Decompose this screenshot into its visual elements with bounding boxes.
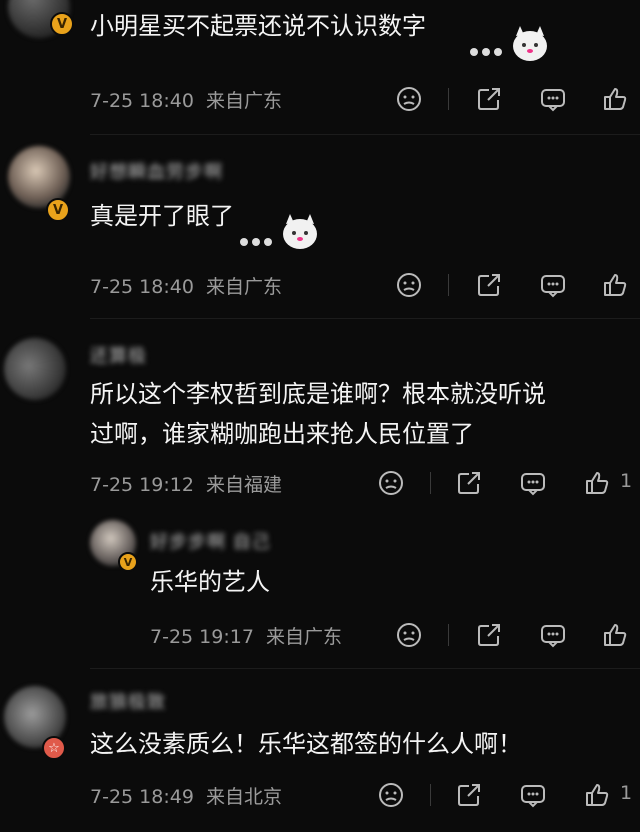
divider	[448, 88, 449, 110]
emoji-react-icon[interactable]	[376, 780, 406, 810]
divider	[430, 472, 431, 494]
comment-text: 乐华的艺人	[150, 568, 270, 596]
cat-sticker-icon	[236, 214, 320, 254]
comment-text: 过啊，谁家糊咖跑出来抢人民位置了	[90, 420, 474, 448]
emoji-react-icon[interactable]	[394, 270, 424, 300]
username: 旅狼极致	[90, 692, 166, 713]
share-icon[interactable]	[474, 84, 504, 114]
username: 好步步啊 自己	[150, 532, 271, 553]
comment-time: 7-25 19:12	[90, 474, 194, 496]
share-icon[interactable]	[474, 620, 504, 650]
divider	[430, 784, 431, 806]
verified-badge: V	[46, 198, 70, 222]
comment-actions	[394, 270, 640, 300]
like-icon[interactable]	[582, 780, 612, 810]
reply-icon[interactable]	[538, 620, 568, 650]
comment-time: 7-25 18:40	[90, 276, 194, 298]
reply-icon[interactable]	[518, 780, 548, 810]
divider	[90, 134, 640, 135]
divider	[90, 668, 640, 669]
comment-location: 来自北京	[205, 786, 282, 808]
comment-text: 所以这个李权哲到底是谁啊？根本就没听说	[90, 380, 546, 408]
share-icon[interactable]	[454, 780, 484, 810]
comment-actions: 1	[376, 780, 640, 810]
cat-sticker-icon	[466, 26, 550, 66]
share-icon[interactable]	[454, 468, 484, 498]
comment-actions	[394, 620, 640, 650]
comment-location: 来自广东	[205, 90, 282, 112]
comment-item: ☆ 旅狼极致 这么没素质么！乐华这都签的什么人啊！ 7-25 18:49 来自北…	[0, 674, 640, 832]
like-count: 1	[620, 470, 633, 492]
comment-text: 这么没素质么！乐华这都签的什么人啊！	[90, 730, 522, 758]
comment-actions: 1	[376, 468, 640, 498]
comment-time: 7-25 18:49	[90, 786, 194, 808]
comment-text: 小明星买不起票还说不认识数字	[90, 12, 426, 40]
like-count: 1	[620, 782, 633, 804]
comment-location: 来自广东	[205, 276, 282, 298]
share-icon[interactable]	[474, 270, 504, 300]
emoji-react-icon[interactable]	[394, 620, 424, 650]
emoji-react-icon[interactable]	[394, 84, 424, 114]
comment-location: 来自福建	[205, 474, 282, 496]
comment-location: 来自广东	[265, 626, 342, 648]
comment-item: V 小明星买不起票还说不认识数字 7-25 18:40 来自广东	[0, 0, 640, 130]
comment-time: 7-25 19:17	[150, 626, 254, 648]
divider	[90, 318, 640, 319]
member-badge: ☆	[42, 736, 66, 760]
avatar[interactable]	[4, 338, 66, 400]
like-icon[interactable]	[600, 620, 630, 650]
comment-item: V 好想瞬血劳步啊 真是开了眼了 7-25 18:40 来自广东	[0, 140, 640, 320]
comment-meta: 7-25 18:40 来自广东	[90, 272, 282, 299]
reply-icon[interactable]	[538, 270, 568, 300]
reply-icon[interactable]	[538, 84, 568, 114]
like-icon[interactable]	[600, 84, 630, 114]
comment-meta: 7-25 19:17 来自广东	[150, 622, 342, 649]
verified-badge: V	[118, 552, 138, 572]
comment-meta: 7-25 18:40 来自广东	[90, 86, 282, 113]
comment-meta: 7-25 19:12 来自福建	[90, 470, 282, 497]
reply-item: V 好步步啊 自己 乐华的艺人 7-25 19:17 来自广东	[0, 514, 640, 664]
divider	[448, 274, 449, 296]
comment-item: 还算极 所以这个李权哲到底是谁啊？根本就没听说 过啊，谁家糊咖跑出来抢人民位置了…	[0, 324, 640, 514]
like-icon[interactable]	[600, 270, 630, 300]
username: 好想瞬血劳步啊	[90, 162, 223, 183]
comment-time: 7-25 18:40	[90, 90, 194, 112]
reply-icon[interactable]	[518, 468, 548, 498]
comment-text: 真是开了眼了	[90, 202, 234, 230]
username: 还算极	[90, 346, 147, 367]
comment-meta: 7-25 18:49 来自北京	[90, 782, 282, 809]
comment-actions	[394, 84, 640, 114]
divider	[448, 624, 449, 646]
verified-badge: V	[50, 12, 74, 36]
emoji-react-icon[interactable]	[376, 468, 406, 498]
like-icon[interactable]	[582, 468, 612, 498]
